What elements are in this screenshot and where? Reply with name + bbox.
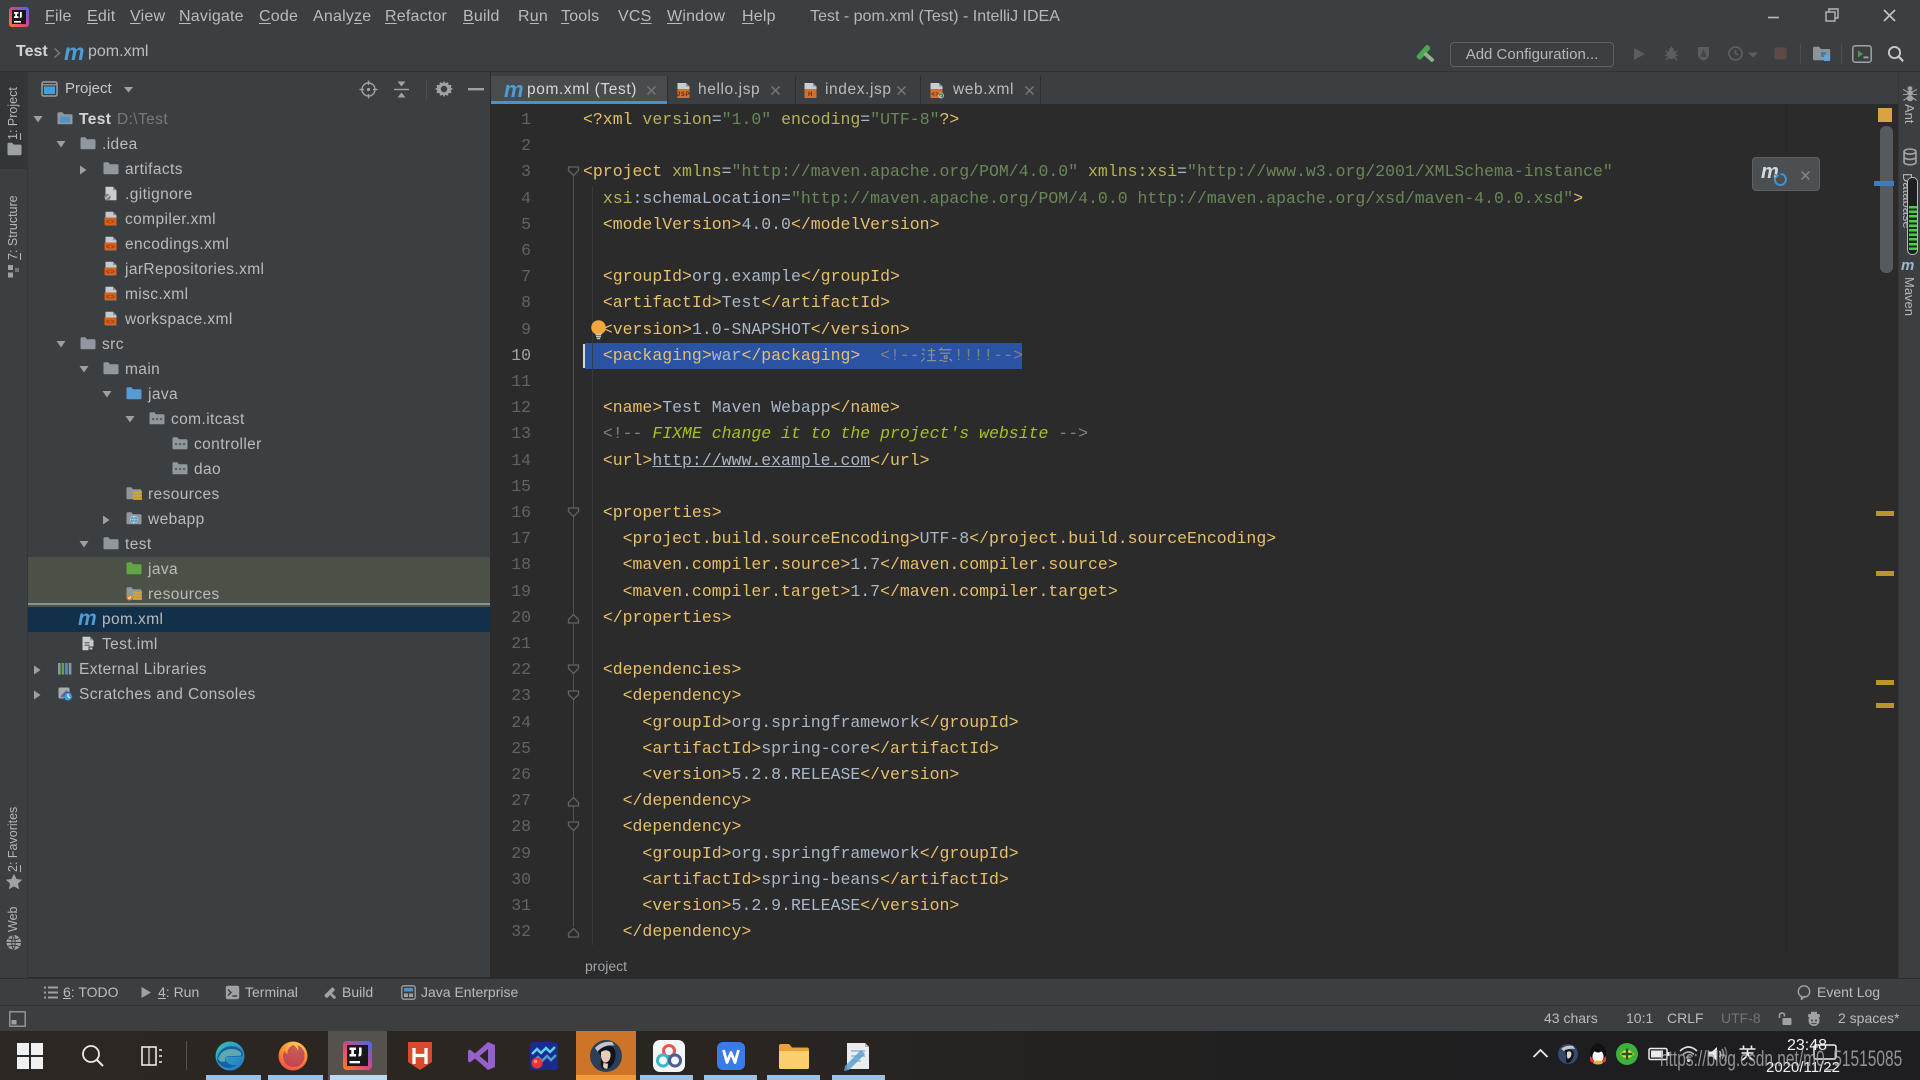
svg-text:<>: <> [106,294,115,301]
svg-text:JSP: JSP [677,92,690,98]
svg-text:<>: <> [106,319,115,326]
svg-text:H: H [808,92,813,98]
svg-text:<>: <> [106,269,115,276]
svg-text:<>: <> [106,219,115,226]
svg-text:<>: <> [106,244,115,251]
